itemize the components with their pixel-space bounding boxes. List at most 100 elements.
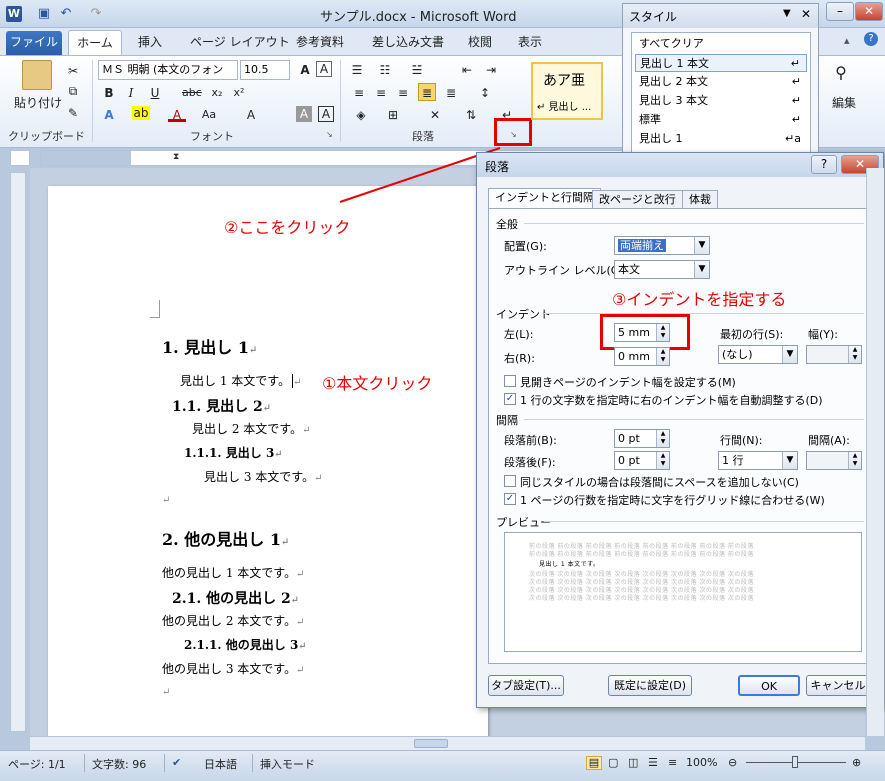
borders-icon[interactable]: ⊞ [384,106,402,124]
asian-layout-icon[interactable]: ✕ [426,106,444,124]
tab-view[interactable]: 表示 [518,33,542,50]
tab-indent-spacing[interactable]: インデントと行間隔 [488,188,601,208]
horizontal-scroll-thumb[interactable] [414,739,448,748]
close-window-button[interactable]: ✕ [855,2,883,21]
font-size-box[interactable]: 10.5 [240,60,290,80]
word-app-icon[interactable]: W [6,6,22,22]
paste-icon[interactable] [22,60,52,90]
change-case-icon[interactable]: Aa [200,106,218,124]
align-center-icon[interactable]: ≡ [372,84,390,102]
help-icon[interactable]: ? [864,32,878,46]
empty-paragraph[interactable]: ↵ [162,684,170,698]
tab-page-layout[interactable]: ページ レイアウト [190,33,290,50]
copy-icon[interactable]: ⧉ [64,82,82,100]
align-right-icon[interactable]: ≡ [394,84,412,102]
space-before-spinner[interactable]: 0 pt ▲ ▼ [614,429,670,448]
insert-mode[interactable]: 挿入モード [260,756,315,772]
style-item[interactable]: 見出し 1 ↵a [635,130,807,148]
body-text[interactable]: 見出し 3 本文です。↵ [204,468,322,485]
enlarge-char-icon[interactable]: A [242,106,260,124]
body-text[interactable]: 他の見出し 3 本文です。↵ [162,660,304,677]
tab-settings-button[interactable]: タブ設定(T)... [488,675,564,696]
heading-3[interactable]: 1.1.1. 見出し 3↵ [184,444,283,461]
set-default-button[interactable]: 既定に設定(D) [608,675,692,696]
italic-icon[interactable]: I [122,84,140,102]
text-effects-icon[interactable]: A [100,106,118,124]
style-gallery-item[interactable]: あア亜 ↵ 見出し ... [531,62,603,120]
cancel-button[interactable]: キャンセル [806,675,870,696]
vertical-scrollbar[interactable] [866,168,884,736]
underline-icon[interactable]: U [146,84,164,102]
font-dialog-launcher-icon[interactable]: ↘ [326,130,333,139]
no-space-same-style-checkbox[interactable] [504,475,516,487]
tab-insert[interactable]: 挿入 [138,33,162,50]
proofing-icon[interactable]: ✔ [172,756,181,769]
dialog-help-button[interactable]: ? [811,155,837,174]
web-layout-view-icon[interactable]: ◫ [628,756,638,769]
tab-selector[interactable] [10,150,30,166]
width-spinner[interactable]: ▲ ▼ [806,345,862,364]
style-item[interactable]: すべてクリア [635,35,807,53]
style-item-selected[interactable]: 見出し 1 本文 ↵ [635,54,807,72]
save-icon[interactable]: ▣ [36,6,52,22]
word-count[interactable]: 文字数: 96 [92,756,146,772]
grow-font-icon[interactable]: A [296,61,314,79]
empty-paragraph[interactable]: ↵ [162,492,170,506]
style-item[interactable]: 標準 ↵ [635,111,807,129]
page-count[interactable]: ページ: 1/1 [8,756,66,772]
char-border-icon[interactable]: A [318,106,334,122]
print-layout-view-icon[interactable]: ▤ [586,756,602,770]
tab-asian-typography[interactable]: 体裁 [682,190,718,210]
char-shading-icon[interactable]: A [296,106,312,122]
draft-view-icon[interactable]: ≡ [668,756,677,769]
body-text[interactable]: 他の見出し 2 本文です。↵ [162,612,304,629]
find-icon[interactable]: ⚲ [832,64,850,82]
line-spacing-dropdown[interactable]: 1 行 ▼ [718,451,798,470]
heading-1[interactable]: 2. 他の見出し 1↵ [162,526,289,550]
bullets-icon[interactable]: ☰ [348,61,366,79]
superscript-icon[interactable]: x² [230,84,248,102]
justify-icon[interactable]: ≣ [418,83,436,101]
tab-references[interactable]: 参考資料 [296,33,344,50]
bold-icon[interactable]: B [100,84,118,102]
at-spinner[interactable]: ▲ ▼ [806,451,862,470]
full-screen-view-icon[interactable]: ▢ [608,756,618,769]
outline-view-icon[interactable]: ☰ [648,756,658,769]
body-text[interactable]: 他の見出し 1 本文です。↵ [162,564,304,581]
edit-button[interactable]: 編集 [826,94,862,111]
styles-pane-close-icon[interactable]: ✕ [801,7,811,21]
zoom-level[interactable]: 100% [686,756,717,769]
outline-level-dropdown[interactable]: 本文 ▼ [614,260,710,279]
body-text[interactable]: 見出し 1 本文です。 ↵ [180,372,301,389]
line-spacing-icon[interactable]: ↕ [476,84,494,102]
mirror-indent-checkbox[interactable] [504,375,516,387]
font-name-box[interactable]: ＭＳ 明朝 (本文のフォン [98,60,238,80]
vertical-ruler[interactable] [10,172,26,732]
decrease-indent-icon[interactable]: ⇤ [458,61,476,79]
format-painter-icon[interactable]: ✎ [64,104,82,122]
heading-1[interactable]: 1. 見出し 1↵ [162,334,257,358]
ruler-indent-marker-icon[interactable]: ⧗ [173,152,179,162]
strikethrough-icon[interactable]: abc [182,84,202,102]
space-after-spinner[interactable]: 0 pt ▲ ▼ [614,451,670,470]
increase-indent-icon[interactable]: ⇥ [482,61,500,79]
undo-icon[interactable]: ↶ [58,6,74,22]
snap-to-grid-checkbox[interactable]: ✓ [504,493,516,505]
heading-2[interactable]: 1.1. 見出し 2↵ [172,396,271,416]
zoom-out-icon[interactable]: ⊖ [728,756,737,769]
tab-home[interactable]: ホーム [68,30,122,56]
align-left-icon[interactable]: ≡ [350,84,368,102]
shading-icon[interactable]: ◈ [352,106,370,124]
distributed-icon[interactable]: ≣ [442,84,460,102]
first-line-dropdown[interactable]: (なし) ▼ [718,345,798,364]
redo-icon[interactable]: ↷ [88,6,104,22]
tab-file[interactable]: ファイル [6,31,62,55]
tab-mailings[interactable]: 差し込み文書 [372,33,444,50]
minimize-button[interactable]: – [826,2,854,21]
ok-button[interactable]: OK [738,675,800,696]
heading-2[interactable]: 2.1. 他の見出し 2↵ [172,588,299,608]
clear-format-icon[interactable]: A [316,61,332,77]
paste-button[interactable]: 貼り付け [14,94,62,111]
cut-icon[interactable]: ✂ [64,62,82,80]
font-color-icon[interactable]: A [168,106,186,122]
